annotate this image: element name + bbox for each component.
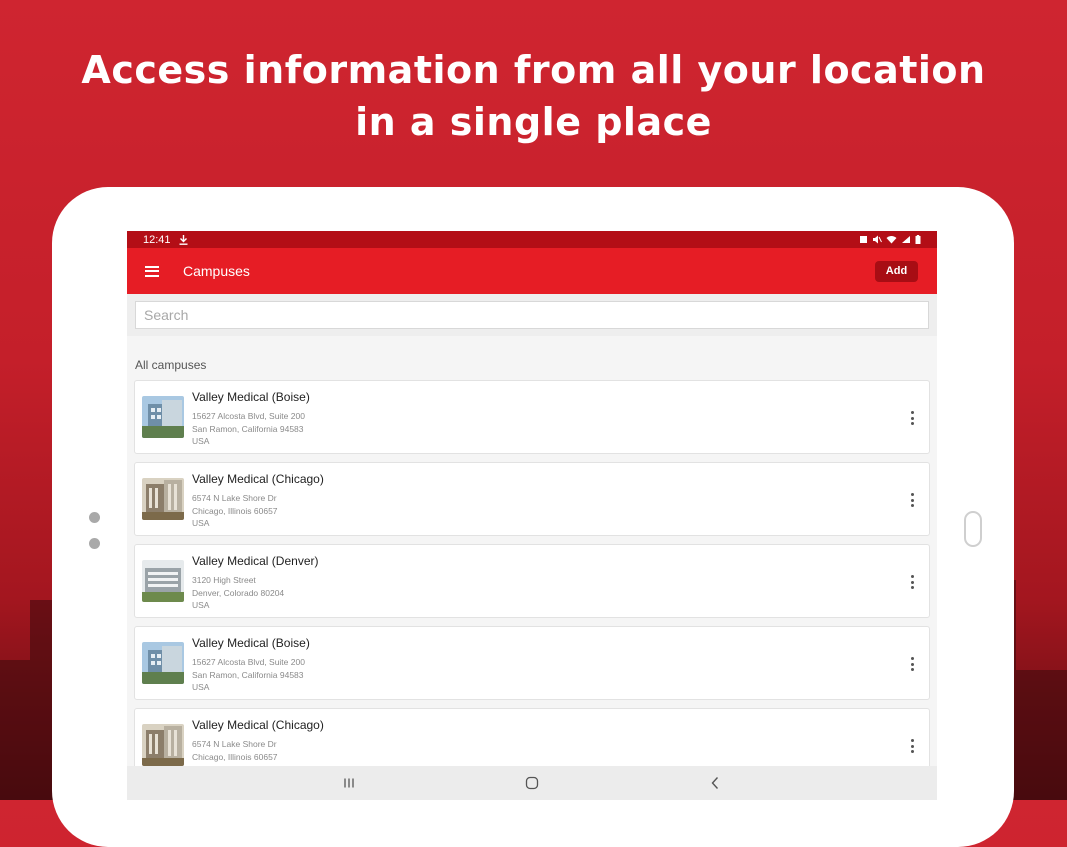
recent-apps-icon[interactable] — [329, 770, 369, 796]
mute-icon — [873, 235, 882, 244]
campus-name: Valley Medical (Chicago) — [192, 472, 324, 486]
campus-thumbnail — [142, 560, 184, 602]
campus-name: Valley Medical (Boise) — [192, 390, 310, 404]
campus-address-line: Denver, Colorado 80204 — [192, 587, 285, 598]
more-vertical-icon[interactable] — [911, 657, 915, 671]
more-vertical-icon[interactable] — [911, 411, 915, 425]
campus-card[interactable]: Valley Medical (Chicago) 6574 N Lake Sho… — [134, 462, 930, 536]
campus-address-line: Chicago, Illinois 60657 — [192, 751, 278, 762]
campus-address-line: 15627 Alcosta Blvd, Suite 200 — [192, 411, 305, 421]
campus-country: USA — [192, 436, 210, 446]
system-nav-bar — [127, 766, 937, 800]
campus-address-line: 15627 Alcosta Blvd, Suite 200 — [192, 657, 305, 667]
campus-thumbnail — [142, 478, 184, 520]
battery-icon — [915, 235, 921, 244]
hamburger-icon[interactable] — [145, 265, 159, 277]
campus-address-line: 6574 N Lake Shore Dr — [192, 739, 277, 749]
campus-address-line: San Ramon, California 94583 — [192, 423, 304, 434]
battery-saver-icon — [860, 236, 867, 243]
status-bar: 12:41 — [127, 231, 937, 248]
signal-icon — [902, 236, 910, 243]
campus-name: Valley Medical (Boise) — [192, 636, 310, 650]
campus-address-line: San Ramon, California 94583 — [192, 669, 304, 680]
campus-thumbnail — [142, 642, 184, 684]
tablet-home-button — [964, 511, 982, 547]
campus-address-line: Chicago, Illinois 60657 — [192, 505, 278, 516]
campus-card[interactable]: Valley Medical (Boise) 15627 Alcosta Blv… — [134, 626, 930, 700]
wifi-icon — [886, 236, 897, 244]
back-icon[interactable] — [695, 770, 735, 796]
headline-line-1: Access information from all your locatio… — [81, 48, 986, 92]
status-time: 12:41 — [143, 233, 171, 246]
tablet-sensor-dot — [89, 512, 100, 523]
campus-name: Valley Medical (Denver) — [192, 554, 319, 568]
campus-card[interactable]: Valley Medical (Boise) 15627 Alcosta Blv… — [134, 380, 930, 454]
campus-address-line: 6574 N Lake Shore Dr — [192, 493, 277, 503]
campus-thumbnail — [142, 724, 184, 766]
app-bar: Campuses Add — [127, 248, 937, 294]
headline: Access information from all your locatio… — [0, 44, 1067, 148]
home-icon[interactable] — [512, 770, 552, 796]
page-title: Campuses — [183, 263, 250, 279]
campus-card[interactable]: Valley Medical (Denver) 3120 High Street… — [134, 544, 930, 618]
headline-line-2: in a single place — [355, 100, 712, 144]
search-input[interactable] — [135, 301, 929, 329]
campus-country: USA — [192, 682, 210, 692]
campus-thumbnail — [142, 396, 184, 438]
search-bar — [127, 294, 937, 336]
more-vertical-icon[interactable] — [911, 575, 915, 589]
device-screen: 12:41 Campuses Add All campuses Val — [127, 231, 937, 800]
campus-list-container: All campuses Valley Medical (Boise) 1562… — [127, 336, 937, 782]
add-campus-button[interactable]: Add — [875, 260, 918, 282]
tablet-sensor-dot — [89, 538, 100, 549]
campus-country: USA — [192, 600, 210, 610]
campus-name: Valley Medical (Chicago) — [192, 718, 324, 732]
more-vertical-icon[interactable] — [911, 493, 915, 507]
more-vertical-icon[interactable] — [911, 739, 915, 753]
section-title: All campuses — [135, 358, 207, 372]
campus-country: USA — [192, 518, 210, 528]
download-icon — [179, 234, 188, 245]
campus-address-line: 3120 High Street — [192, 575, 256, 585]
